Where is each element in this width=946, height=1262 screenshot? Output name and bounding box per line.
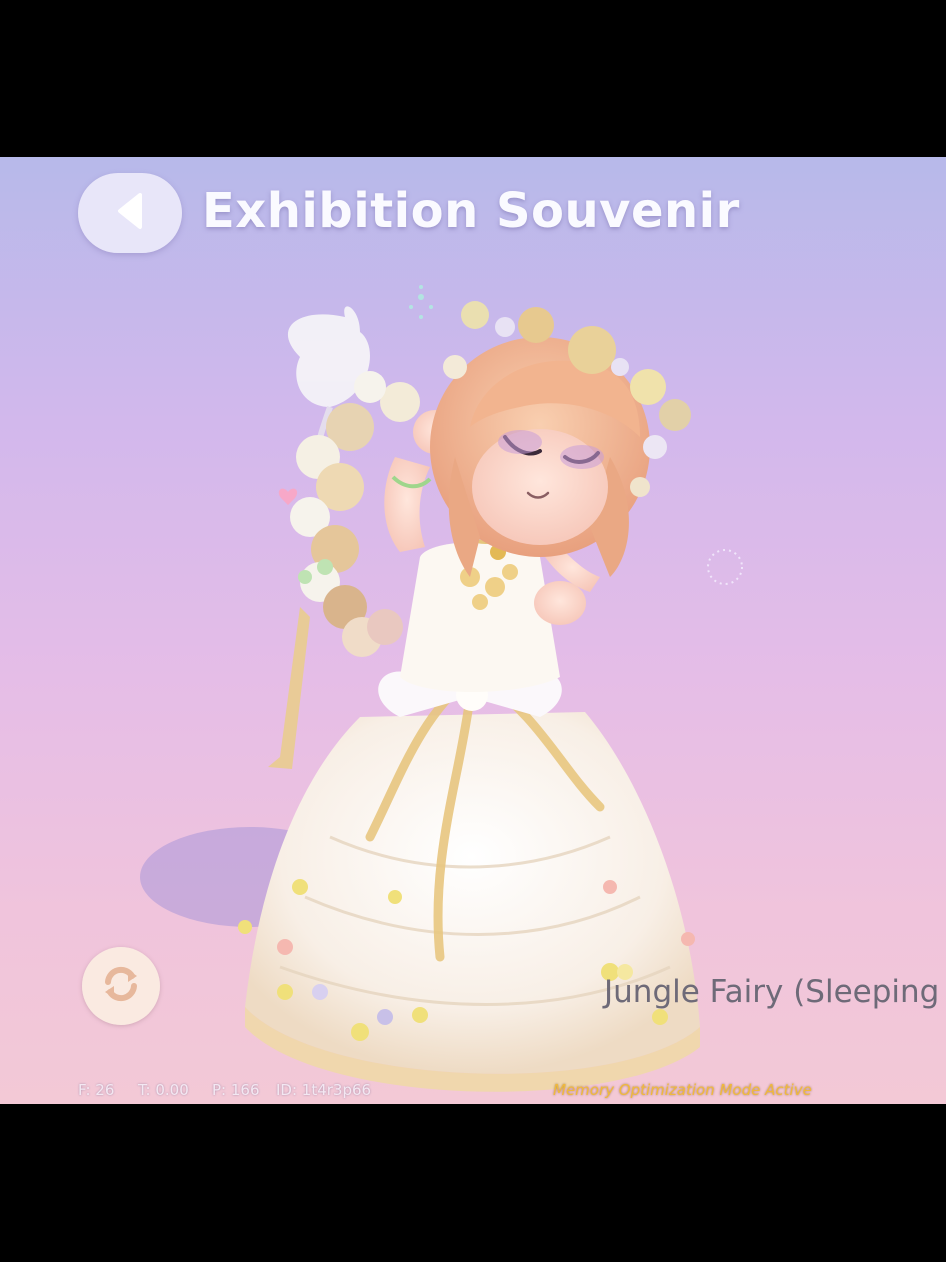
- debug-id: ID: 1t4r3p66: [276, 1081, 372, 1099]
- sparkle-ring: [707, 549, 743, 585]
- heart-sparkle: [278, 488, 298, 505]
- right-fist: [534, 581, 586, 625]
- memory-mode-label: Memory Optimization Mode Active: [553, 1081, 812, 1099]
- chevron-left-icon: [112, 191, 148, 235]
- letterbox-top: [0, 0, 946, 157]
- debug-frame: F: 26: [78, 1081, 115, 1099]
- sparkles: [409, 285, 433, 319]
- item-name: Jungle Fairy (Sleeping: [604, 974, 940, 1010]
- left-arm: [384, 457, 430, 552]
- debug-time: T: 0.00: [138, 1081, 189, 1099]
- rotate-icon: [97, 960, 145, 1012]
- bodice: [400, 542, 560, 692]
- ribbon-streamer: [268, 607, 310, 769]
- page-title: Exhibition Souvenir: [202, 183, 740, 239]
- debug-p: P: 166: [212, 1081, 260, 1099]
- game-viewport[interactable]: Exhibition Souvenir Jungle Fairy (Sleepi…: [0, 157, 946, 1104]
- rotate-button[interactable]: [82, 947, 160, 1025]
- letterbox-bottom: [0, 1104, 946, 1262]
- back-button[interactable]: [78, 173, 182, 253]
- dress-skirt: [245, 712, 700, 1074]
